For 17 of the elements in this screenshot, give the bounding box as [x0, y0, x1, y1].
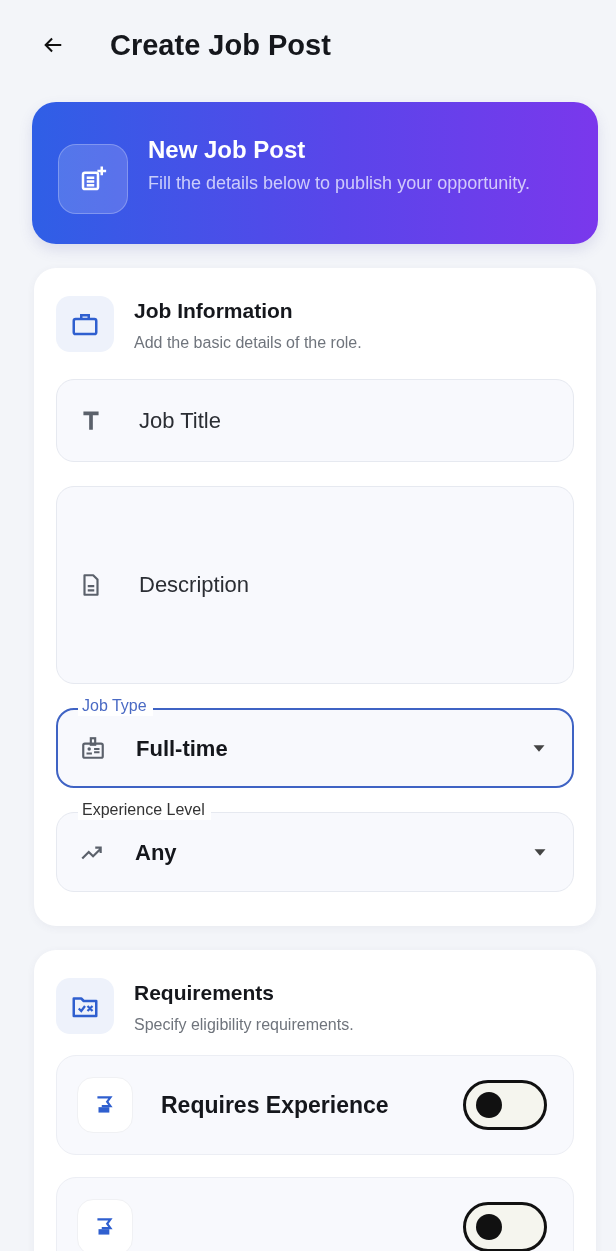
input-field[interactable]: Job Title [56, 379, 574, 463]
selected-value: Any [135, 838, 178, 867]
section-subtitle: Add the basic details of the role. [134, 333, 362, 354]
section-subtitle: Specify eligibility requirements. [134, 1015, 354, 1036]
section-title: Job Information [134, 298, 294, 324]
banner-title: New Job Post [148, 136, 307, 165]
toggle-switch[interactable] [463, 1080, 547, 1131]
selected-value: Full-time [136, 734, 229, 763]
text-area[interactable]: Description [56, 486, 574, 685]
id-badge-icon [80, 735, 106, 762]
page-title: Create Job Post [110, 27, 331, 63]
banner-subtitle: Fill the details below to publish your opportunity. [148, 171, 530, 195]
toggle-label: Requires Experience [161, 1091, 390, 1121]
field-label: Experience Level [78, 800, 211, 821]
field-label: Job Type [78, 696, 153, 717]
toggle-switch[interactable] [463, 1202, 547, 1251]
section-title: Requirements [134, 980, 276, 1006]
